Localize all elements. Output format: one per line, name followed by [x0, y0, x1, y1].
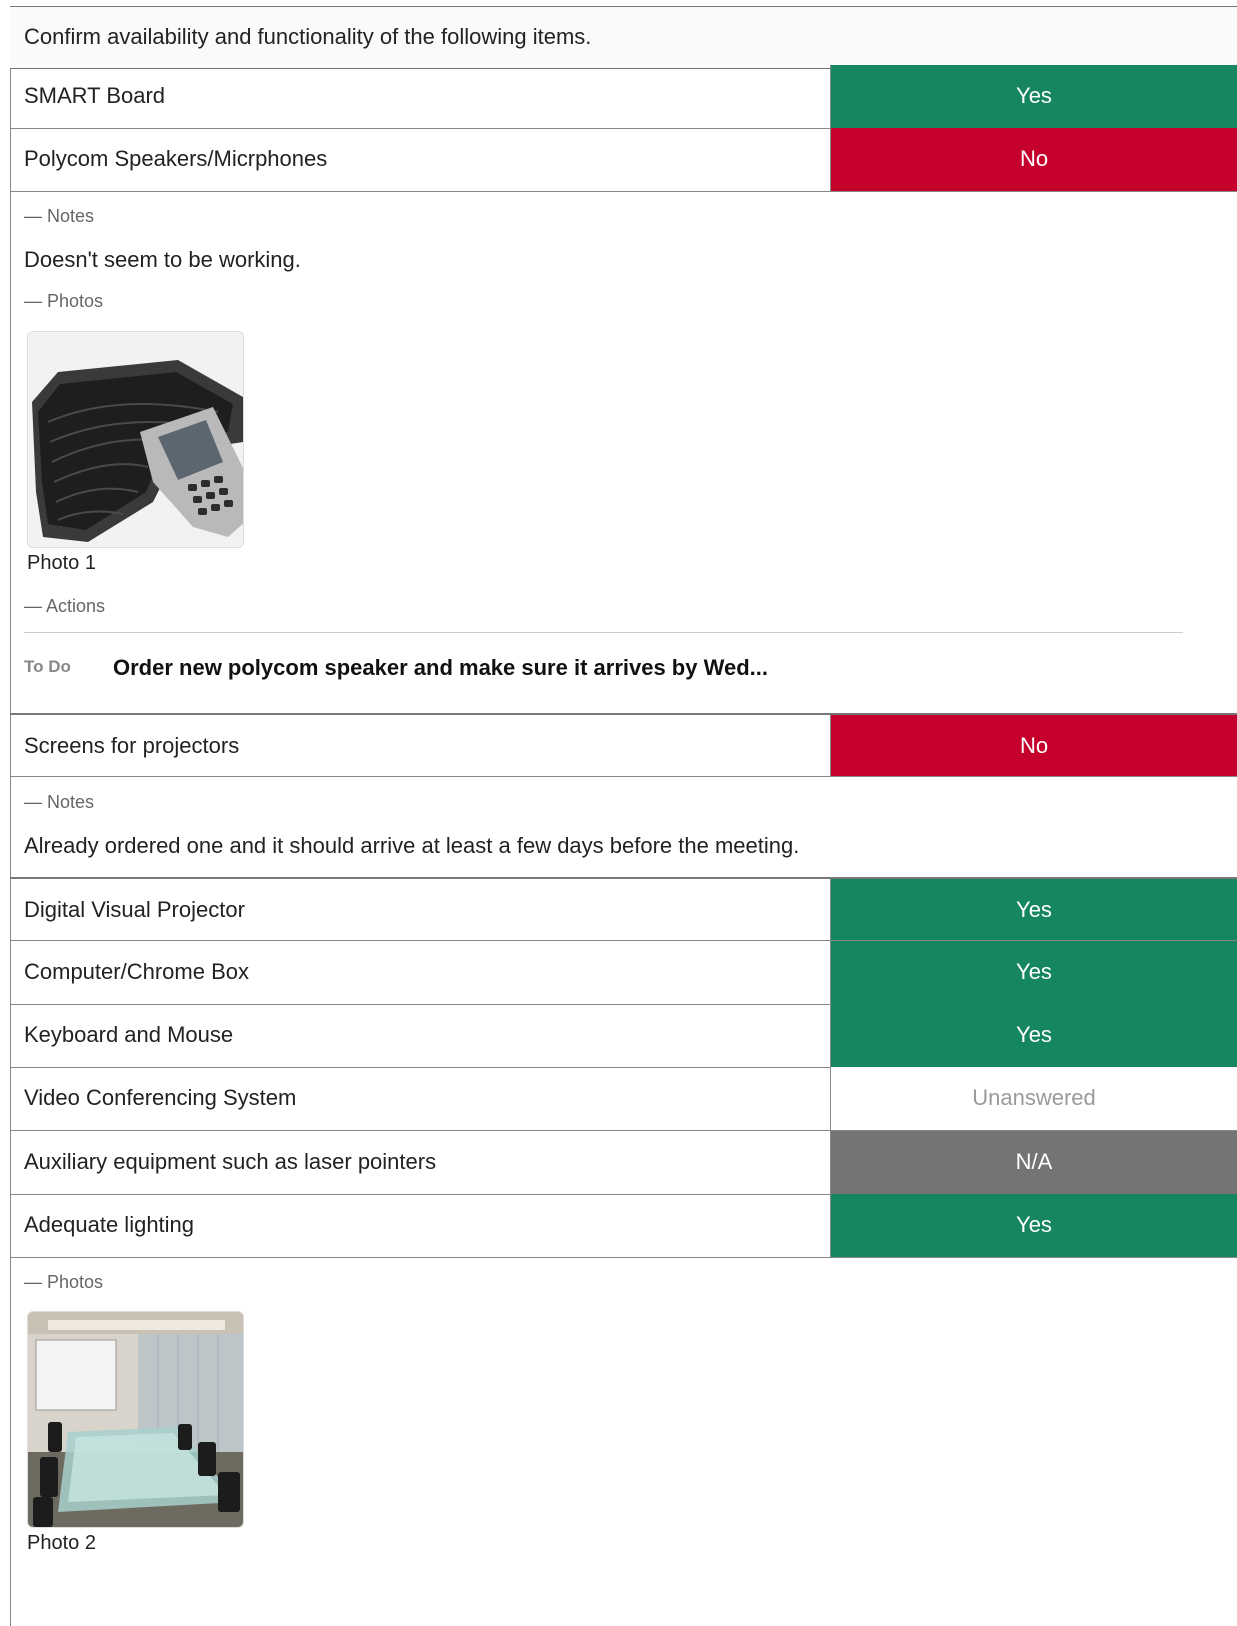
question-label: Computer/Chrome Box [24, 959, 249, 984]
answer-yes-button[interactable]: Yes [830, 879, 1237, 940]
question-label: Video Conferencing System [24, 1085, 297, 1110]
question-label: Keyboard and Mouse [24, 1022, 234, 1047]
answer-no-button[interactable]: No [830, 715, 1237, 776]
question-label: Adequate lighting [24, 1212, 195, 1237]
actions-heading: — Actions [24, 596, 106, 616]
question-label: Screens for projectors [24, 733, 240, 758]
question-label: Digital Visual Projector [24, 897, 245, 922]
question-label: SMART Board [24, 83, 166, 108]
question-row-lighting: Adequate lighting Yes [10, 1194, 1237, 1258]
answer-unanswered-button[interactable]: Unanswered [830, 1067, 1237, 1130]
actions-divider [24, 632, 1183, 633]
question-row-screens: Screens for projectors No [10, 713, 1237, 777]
question-row-keyboard: Keyboard and Mouse Yes [10, 1004, 1237, 1068]
photo-thumbnail-speakerphone[interactable] [27, 331, 244, 548]
photos-heading: — Photos [24, 1272, 104, 1292]
answer-yes-button[interactable]: Yes [830, 1004, 1237, 1067]
photo-thumbnail-meeting-room[interactable] [27, 1311, 244, 1528]
notes-heading: — Notes [24, 792, 95, 812]
section-header-text: Confirm availability and functionality o… [24, 24, 592, 49]
question-label: Polycom Speakers/Micrphones [24, 146, 328, 171]
answer-no-button[interactable]: No [830, 128, 1237, 191]
notes-heading: — Notes [24, 206, 95, 226]
question-row-video-conferencing: Video Conferencing System Unanswered [10, 1067, 1237, 1131]
section-header: Confirm availability and functionality o… [10, 6, 1237, 69]
todo-action-link[interactable]: Order new polycom speaker and make sure … [113, 655, 768, 681]
answer-yes-button[interactable]: Yes [830, 65, 1237, 128]
answer-yes-button[interactable]: Yes [830, 941, 1237, 1004]
question-row-computer: Computer/Chrome Box Yes [10, 941, 1237, 1005]
photo-caption: Photo 1 [27, 552, 96, 574]
question-row-polycom: Polycom Speakers/Micrphones No [10, 128, 1237, 192]
todo-status-badge: To Do [24, 657, 71, 676]
question-row-auxiliary: Auxiliary equipment such as laser pointe… [10, 1131, 1237, 1195]
photos-heading: — Photos [24, 291, 104, 311]
question-label: Auxiliary equipment such as laser pointe… [24, 1149, 437, 1174]
answer-yes-button[interactable]: Yes [830, 1194, 1237, 1257]
note-text: Already ordered one and it should arrive… [24, 833, 800, 858]
photo-caption: Photo 2 [27, 1532, 96, 1554]
note-text: Doesn't seem to be working. [24, 247, 301, 272]
answer-na-button[interactable]: N/A [830, 1131, 1237, 1194]
question-row-smart-board: SMART Board Yes [10, 65, 1237, 129]
question-row-projector: Digital Visual Projector Yes [10, 877, 1237, 941]
